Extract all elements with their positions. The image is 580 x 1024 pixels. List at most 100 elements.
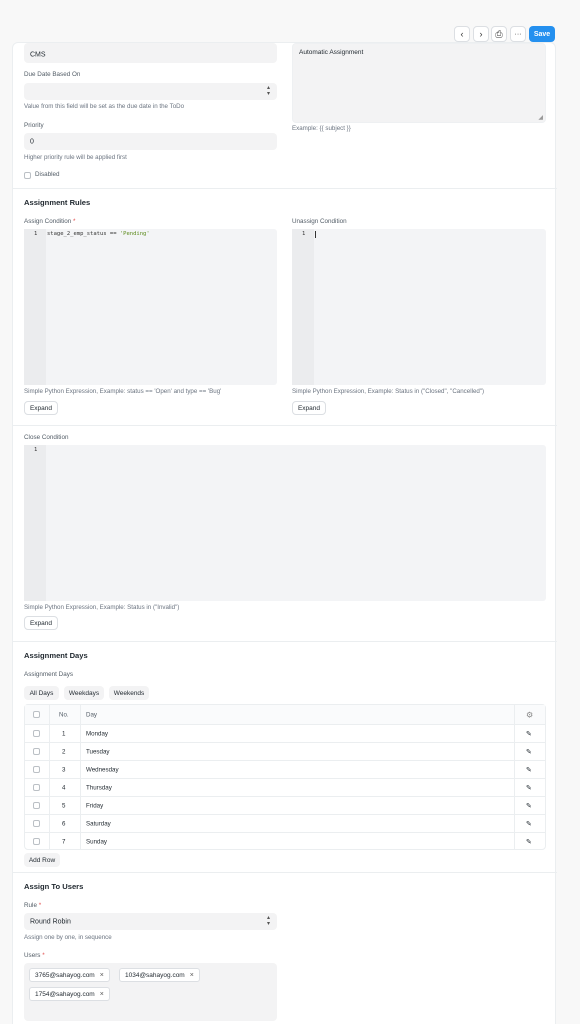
expand-assign-button[interactable]: Expand	[24, 401, 58, 415]
row-checkbox[interactable]	[33, 766, 40, 773]
section-divider	[13, 872, 557, 873]
row-day: Saturday	[86, 820, 111, 827]
row-day: Friday	[86, 802, 104, 809]
document-type-input[interactable]: CMS	[24, 43, 277, 63]
edit-icon[interactable]: ✎	[526, 802, 532, 810]
row-checkbox[interactable]	[33, 802, 40, 809]
row-no: 1	[62, 730, 66, 737]
line-gutter	[292, 229, 314, 385]
users-multiselect[interactable]: 3765@sahayog.com × 1034@sahayog.com × 1754…	[24, 963, 277, 1021]
row-day: Wednesday	[86, 766, 119, 773]
select-all-checkbox[interactable]	[33, 711, 40, 718]
chevron-left-icon: ‹	[460, 29, 464, 39]
user-tag[interactable]: 3765@sahayog.com ×	[29, 968, 110, 982]
rule-select[interactable]: Round Robin ▴ ▾	[24, 913, 277, 930]
previous-button[interactable]: ‹	[454, 26, 470, 42]
edit-icon[interactable]: ✎	[526, 784, 532, 792]
row-no: 3	[62, 766, 66, 773]
due-date-help: Value from this field will be set as the…	[24, 103, 185, 110]
unassign-condition-editor[interactable]: 1	[292, 229, 546, 385]
edit-icon[interactable]: ✎	[526, 730, 532, 738]
text-cursor	[315, 231, 316, 238]
table-row[interactable]: 7 Sunday ✎	[25, 832, 545, 850]
table-row[interactable]: 4 Thursday ✎	[25, 778, 545, 796]
table-header: No. Day ⚙	[25, 705, 545, 724]
settings-icon[interactable]: ⚙	[526, 710, 533, 719]
close-condition-editor[interactable]: 1	[24, 445, 546, 601]
edit-icon[interactable]: ✎	[526, 820, 532, 828]
select-arrows-icon: ▴ ▾	[266, 85, 270, 97]
assign-condition-label: Assign Condition *	[24, 218, 76, 225]
line-number: 1	[302, 231, 306, 237]
row-checkbox[interactable]	[33, 784, 40, 791]
column-no: No.	[59, 711, 69, 718]
weekdays-button[interactable]: Weekdays	[64, 686, 104, 700]
row-checkbox[interactable]	[33, 838, 40, 845]
table-row[interactable]: 3 Wednesday ✎	[25, 760, 545, 778]
expand-close-button[interactable]: Expand	[24, 616, 58, 630]
select-arrows-icon: ▴ ▾	[266, 915, 270, 927]
remove-icon[interactable]: ×	[100, 972, 104, 979]
rule-label: Rule *	[24, 902, 42, 909]
user-tag[interactable]: 1754@sahayog.com ×	[29, 987, 110, 1001]
edit-icon[interactable]: ✎	[526, 748, 532, 756]
row-no: 2	[62, 748, 66, 755]
edit-icon[interactable]: ✎	[526, 838, 532, 846]
due-date-label: Due Date Based On	[24, 71, 81, 78]
assign-to-users-heading: Assign To Users	[24, 882, 84, 891]
unassign-condition-help: Simple Python Expression, Example: Statu…	[292, 388, 485, 395]
table-row[interactable]: 2 Tuesday ✎	[25, 742, 545, 760]
printer-icon: ⎙	[495, 28, 503, 39]
row-checkbox[interactable]	[33, 748, 40, 755]
days-table: No. Day ⚙ 1 Monday ✎ 2 Tuesday ✎ 3 Wedne…	[24, 704, 546, 850]
all-days-button[interactable]: All Days	[24, 686, 59, 700]
user-tag[interactable]: 1034@sahayog.com ×	[119, 968, 200, 982]
row-day: Thursday	[86, 784, 112, 791]
edit-icon[interactable]: ✎	[526, 766, 532, 774]
remove-icon[interactable]: ×	[190, 972, 194, 979]
priority-value: 0	[30, 138, 34, 145]
line-number: 1	[34, 447, 38, 453]
print-button[interactable]: ⎙	[491, 26, 507, 42]
row-no: 5	[62, 802, 66, 809]
rule-help: Assign one by one, in sequence	[24, 934, 112, 941]
disabled-label: Disabled	[35, 171, 60, 178]
description-value: Automatic Assignment	[299, 49, 364, 56]
unassign-condition-label: Unassign Condition	[292, 218, 347, 225]
priority-label: Priority	[24, 122, 44, 129]
weekends-button[interactable]: Weekends	[109, 686, 149, 700]
line-gutter	[24, 445, 46, 601]
disabled-checkbox[interactable]	[24, 172, 31, 179]
row-checkbox[interactable]	[33, 730, 40, 737]
user-email: 1034@sahayog.com	[125, 971, 185, 979]
description-example: Example: {{ subject }}	[292, 125, 351, 132]
row-no: 4	[62, 784, 66, 791]
section-divider	[13, 425, 557, 426]
users-label: Users *	[24, 952, 45, 959]
remove-icon[interactable]: ×	[100, 991, 104, 998]
assign-condition-editor[interactable]: 1 stage_2_emp_status == 'Pending'	[24, 229, 277, 385]
table-row[interactable]: 6 Saturday ✎	[25, 814, 545, 832]
description-textarea[interactable]: Automatic Assignment ◢	[292, 43, 546, 123]
user-email: 3765@sahayog.com	[35, 971, 95, 979]
assignment-days-label: Assignment Days	[24, 671, 73, 678]
table-row[interactable]: 1 Monday ✎	[25, 724, 545, 742]
section-divider	[13, 188, 557, 189]
assign-condition-help: Simple Python Expression, Example: statu…	[24, 388, 222, 395]
resize-handle-icon[interactable]: ◢	[538, 114, 543, 121]
table-row[interactable]: 5 Friday ✎	[25, 796, 545, 814]
due-date-select[interactable]: ▴ ▾	[24, 83, 277, 100]
code-line: stage_2_emp_status == 'Pending'	[47, 231, 150, 237]
chevron-right-icon: ›	[479, 29, 483, 39]
more-button[interactable]: ···	[510, 26, 526, 42]
save-button[interactable]: Save	[529, 26, 555, 42]
line-gutter	[24, 229, 46, 385]
priority-input[interactable]: 0	[24, 133, 277, 150]
next-button[interactable]: ›	[473, 26, 489, 42]
column-day: Day	[86, 711, 98, 718]
row-day: Sunday	[86, 838, 107, 845]
add-row-button[interactable]: Add Row	[24, 853, 60, 867]
assignment-rules-heading: Assignment Rules	[24, 198, 91, 207]
expand-unassign-button[interactable]: Expand	[292, 401, 326, 415]
row-checkbox[interactable]	[33, 820, 40, 827]
